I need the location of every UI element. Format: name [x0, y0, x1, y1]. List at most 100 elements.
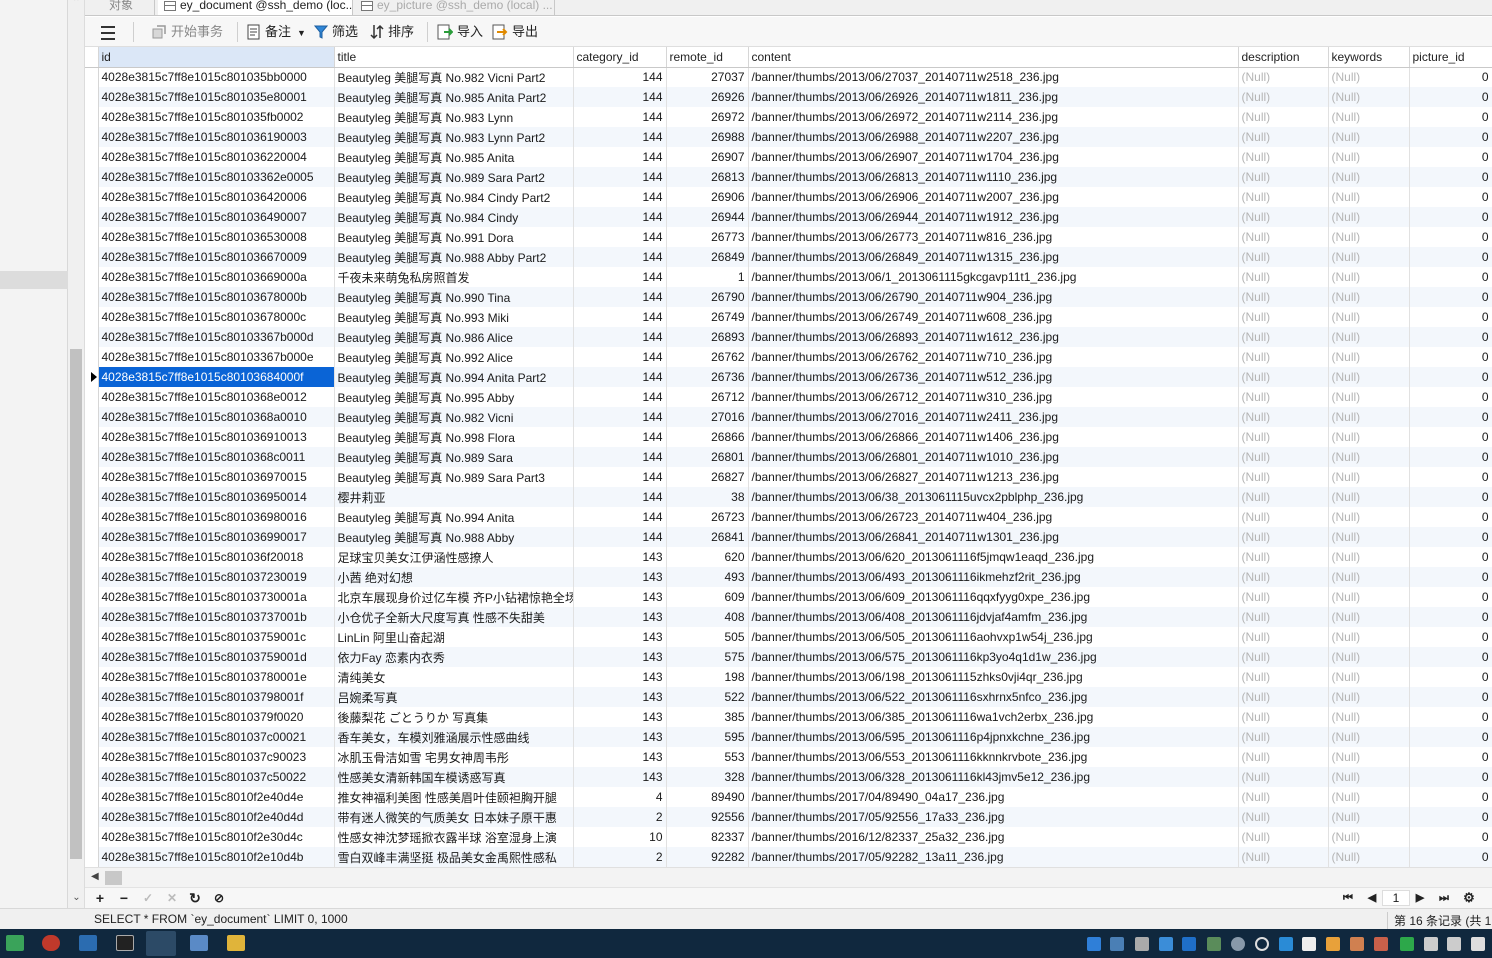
cell-remote-id[interactable]: 26841 [666, 527, 749, 547]
table-row[interactable]: 4028e3815c7ff8e1015c8010368c0011 Beautyle… [85, 447, 1492, 467]
cell-description[interactable]: (Null) [1238, 707, 1329, 727]
table-row[interactable]: 4028e3815c7ff8e1015c80103367b000e Beautyl… [85, 347, 1492, 367]
cell-picture-id[interactable]: 0 [1409, 527, 1492, 547]
cell-remote-id[interactable]: 26926 [666, 87, 749, 107]
cell-category-id[interactable]: 144 [573, 387, 667, 407]
column-header-description[interactable]: description [1238, 47, 1329, 68]
cell-keywords[interactable]: (Null) [1328, 707, 1410, 727]
table-row[interactable]: 4028e3815c7ff8e1015c80103780001e 清纯美女 143 1… [85, 667, 1492, 687]
cell-content[interactable]: /banner/thumbs/2013/06/26972_20140711w21… [748, 107, 1239, 127]
cell-category-id[interactable]: 144 [573, 287, 667, 307]
cell-picture-id[interactable]: 0 [1409, 647, 1492, 667]
cell-category-id[interactable]: 144 [573, 127, 667, 147]
cell-description[interactable]: (Null) [1238, 487, 1329, 507]
cell-id[interactable]: 4028e3815c7ff8e1015c8010368c0011 [98, 447, 335, 467]
row-indicator[interactable] [85, 487, 99, 507]
cell-remote-id[interactable]: 26906 [666, 187, 749, 207]
cell-keywords[interactable]: (Null) [1328, 107, 1410, 127]
navicat-app-icon[interactable] [146, 931, 176, 956]
cell-keywords[interactable]: (Null) [1328, 207, 1410, 227]
cell-title[interactable]: 北京车展现身价过亿车模 齐P小钻裙惊艳全场 [334, 587, 574, 607]
cell-content[interactable]: /banner/thumbs/2013/06/26893_20140711w16… [748, 327, 1239, 347]
cell-content[interactable]: /banner/thumbs/2013/06/26773_20140711w81… [748, 227, 1239, 247]
cell-picture-id[interactable]: 0 [1409, 327, 1492, 347]
cell-title[interactable]: Beautyleg 美腿写真 No.991 Dora [334, 227, 574, 247]
cell-category-id[interactable]: 143 [573, 727, 667, 747]
row-indicator[interactable] [85, 307, 99, 327]
cell-description[interactable]: (Null) [1238, 847, 1329, 867]
cell-category-id[interactable]: 143 [573, 587, 667, 607]
cell-keywords[interactable]: (Null) [1328, 687, 1410, 707]
cell-keywords[interactable]: (Null) [1328, 847, 1410, 867]
cell-description[interactable]: (Null) [1238, 387, 1329, 407]
cell-title[interactable]: 性感美女清新韩国车模诱惑写真 [334, 767, 574, 787]
cell-category-id[interactable]: 144 [573, 187, 667, 207]
cell-id[interactable]: 4028e3815c7ff8e1015c801037c50022 [98, 767, 335, 787]
cell-keywords[interactable]: (Null) [1328, 147, 1410, 167]
cloud-tray-icon[interactable] [1231, 937, 1245, 951]
cell-picture-id[interactable]: 0 [1409, 387, 1492, 407]
cell-remote-id[interactable]: 493 [666, 567, 749, 587]
cell-description[interactable]: (Null) [1238, 407, 1329, 427]
row-indicator[interactable] [85, 367, 99, 387]
export-button[interactable]: 导出 [492, 21, 538, 43]
first-page-icon[interactable]: ⏮ [1340, 889, 1356, 907]
table-row[interactable]: 4028e3815c7ff8e1015c8010f2e40d4d 带有迷人微笑的气… [85, 807, 1492, 827]
cell-description[interactable]: (Null) [1238, 367, 1329, 387]
cell-title[interactable]: 小仓优子全新大尺度写真 性感不失甜美 [334, 607, 574, 627]
cell-id[interactable]: 4028e3815c7ff8e1015c801036530008 [98, 227, 335, 247]
cell-title[interactable]: Beautyleg 美腿写真 No.988 Abby Part2 [334, 247, 574, 267]
cell-content[interactable]: /banner/thumbs/2017/05/92556_17a33_236.j… [748, 807, 1239, 827]
apply-changes-check-icon[interactable]: ✓ [141, 889, 155, 907]
cell-content[interactable]: /banner/thumbs/2013/06/26723_20140711w40… [748, 507, 1239, 527]
cell-id[interactable]: 4028e3815c7ff8e1015c8010368e0012 [98, 387, 335, 407]
cell-description[interactable]: (Null) [1238, 267, 1329, 287]
dropdown-arrow-icon[interactable]: ▼ [297, 28, 306, 38]
row-indicator[interactable] [85, 807, 99, 827]
cell-remote-id[interactable]: 553 [666, 747, 749, 767]
file-folder-icon[interactable] [227, 935, 245, 951]
cell-id[interactable]: 4028e3815c7ff8e1015c801036990017 [98, 527, 335, 547]
cell-category-id[interactable]: 144 [573, 427, 667, 447]
cell-content[interactable]: /banner/thumbs/2013/06/26944_20140711w19… [748, 207, 1239, 227]
cell-content[interactable]: /banner/thumbs/2013/06/553_2013061116kkn… [748, 747, 1239, 767]
cell-id[interactable]: 4028e3815c7ff8e1015c8010f2e30d4c [98, 827, 335, 847]
cell-content[interactable]: /banner/thumbs/2013/06/26736_20140711w51… [748, 367, 1239, 387]
cell-id[interactable]: 4028e3815c7ff8e1015c80103669000a [98, 267, 335, 287]
volume-tray-icon[interactable] [1471, 937, 1485, 951]
cell-content[interactable]: /banner/thumbs/2013/06/26827_20140711w12… [748, 467, 1239, 487]
cell-remote-id[interactable]: 595 [666, 727, 749, 747]
cell-content[interactable]: /banner/thumbs/2016/12/82337_25a32_236.j… [748, 827, 1239, 847]
cell-content[interactable]: /banner/thumbs/2013/06/408_2013061116jdv… [748, 607, 1239, 627]
cell-title[interactable]: 吕婉柔写真 [334, 687, 574, 707]
cell-remote-id[interactable]: 27016 [666, 407, 749, 427]
cell-id[interactable]: 4028e3815c7ff8e1015c80103798001f [98, 687, 335, 707]
cell-id[interactable]: 4028e3815c7ff8e1015c80103367b000e [98, 347, 335, 367]
row-indicator[interactable] [85, 787, 99, 807]
cell-category-id[interactable]: 143 [573, 547, 667, 567]
row-indicator[interactable] [85, 327, 99, 347]
cell-keywords[interactable]: (Null) [1328, 647, 1410, 667]
cell-category-id[interactable]: 144 [573, 207, 667, 227]
cell-description[interactable]: (Null) [1238, 207, 1329, 227]
cell-remote-id[interactable]: 26773 [666, 227, 749, 247]
cell-category-id[interactable]: 143 [573, 607, 667, 627]
cell-keywords[interactable]: (Null) [1328, 187, 1410, 207]
cell-id[interactable]: 4028e3815c7ff8e1015c8010f2e40d4d [98, 807, 335, 827]
cell-picture-id[interactable]: 0 [1409, 227, 1492, 247]
cell-id[interactable]: 4028e3815c7ff8e1015c8010f2e10d4b [98, 847, 335, 867]
cell-title[interactable]: Beautyleg 美腿写真 No.985 Anita [334, 147, 574, 167]
cell-remote-id[interactable]: 26790 [666, 287, 749, 307]
cell-content[interactable]: /banner/thumbs/2013/06/26866_20140711w14… [748, 427, 1239, 447]
cell-remote-id[interactable]: 575 [666, 647, 749, 667]
cell-id[interactable]: 4028e3815c7ff8e1015c80103730001a [98, 587, 335, 607]
cell-category-id[interactable]: 144 [573, 467, 667, 487]
cell-id[interactable]: 4028e3815c7ff8e1015c801037c00021 [98, 727, 335, 747]
cell-remote-id[interactable]: 609 [666, 587, 749, 607]
table-row[interactable]: 4028e3815c7ff8e1015c80103362e0005 Beautyl… [85, 167, 1492, 187]
cell-description[interactable]: (Null) [1238, 87, 1329, 107]
scroll-up-arrow-icon[interactable]: ⌃ [68, 0, 85, 8]
cell-keywords[interactable]: (Null) [1328, 447, 1410, 467]
cell-title[interactable]: 小茜 绝对幻想 [334, 567, 574, 587]
cell-title[interactable]: Beautyleg 美腿写真 No.983 Lynn [334, 107, 574, 127]
